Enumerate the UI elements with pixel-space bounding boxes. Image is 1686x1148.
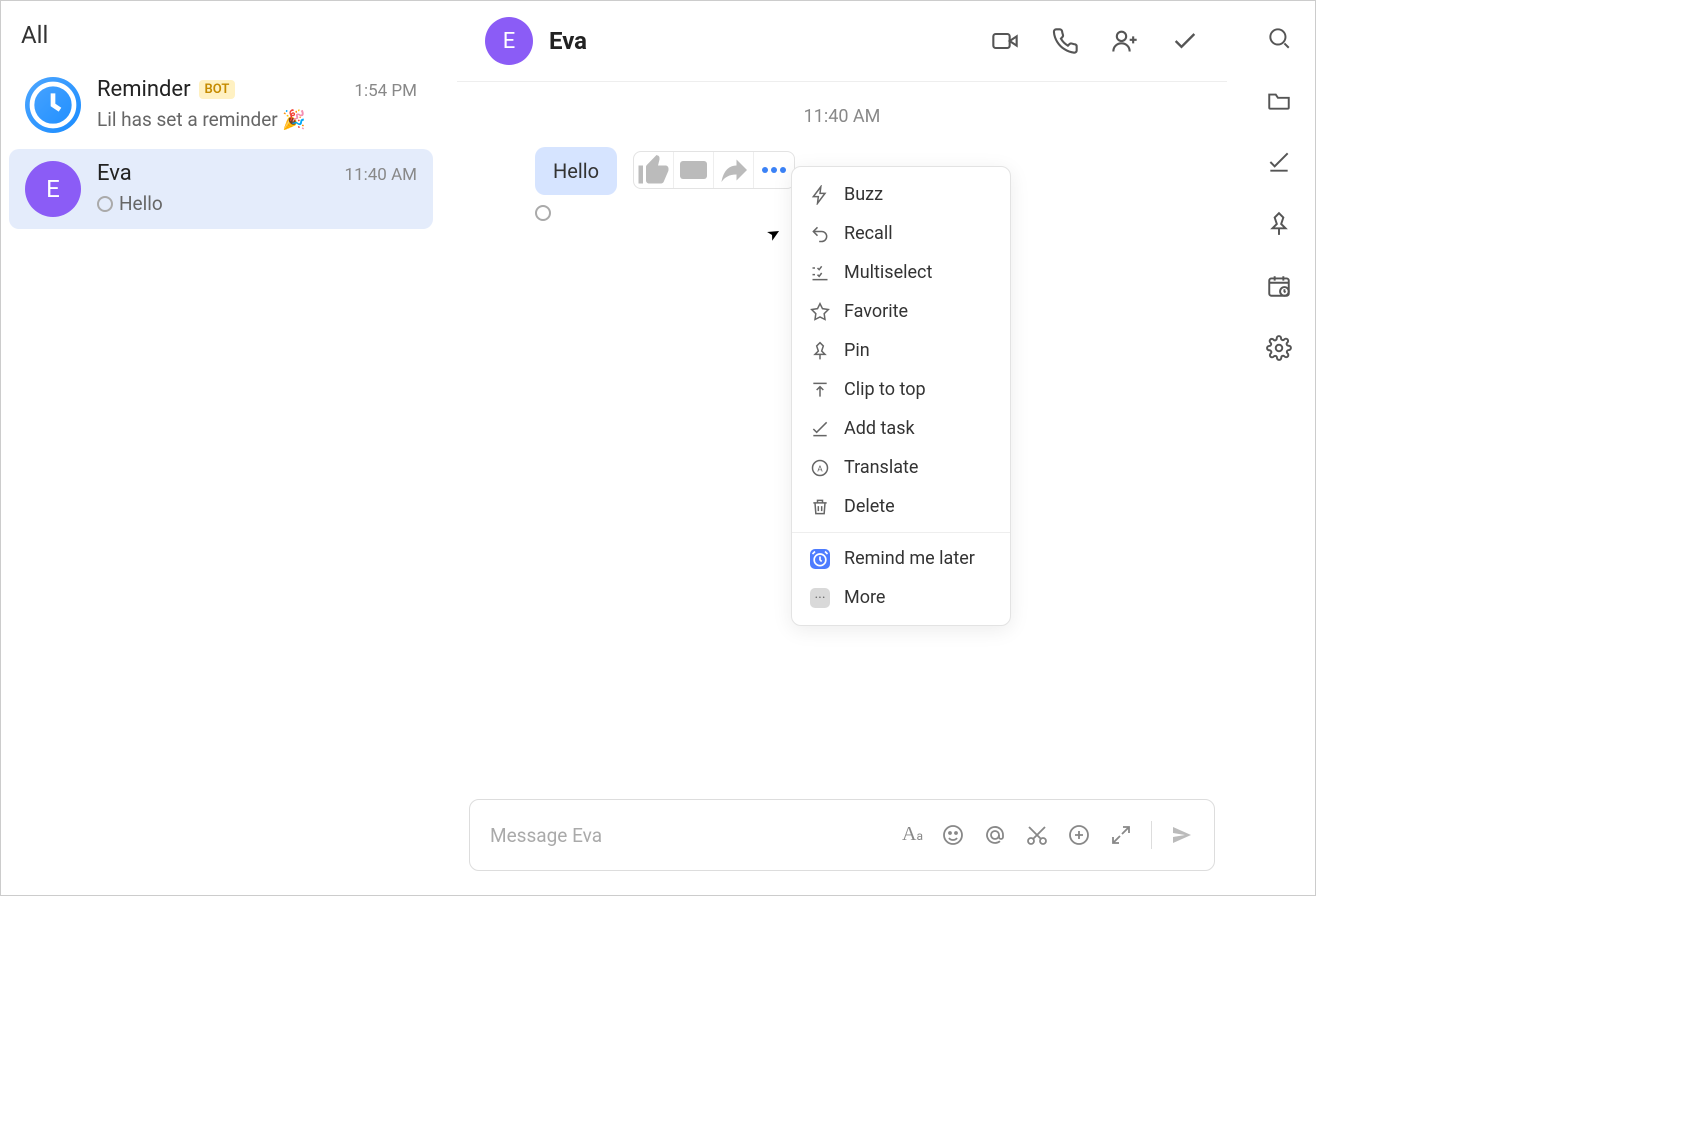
svg-text:A: A bbox=[817, 464, 823, 474]
pin-icon[interactable] bbox=[1266, 211, 1292, 237]
search-icon[interactable] bbox=[1266, 25, 1292, 51]
message-actions-bar bbox=[633, 151, 795, 189]
avatar[interactable]: E bbox=[485, 17, 533, 65]
menu-clip-to-top[interactable]: Clip to top bbox=[792, 370, 1010, 409]
arrow-top-icon bbox=[810, 380, 830, 400]
menu-pin[interactable]: Pin bbox=[792, 331, 1010, 370]
trash-icon bbox=[810, 497, 830, 517]
plus-circle-icon[interactable] bbox=[1067, 823, 1091, 847]
more-icon[interactable] bbox=[754, 152, 794, 188]
forward-icon[interactable] bbox=[714, 152, 754, 188]
chat-list-sidebar: All Reminder BOT 1:54 PM Lil has set a r… bbox=[1, 1, 441, 895]
settings-icon[interactable] bbox=[1266, 335, 1292, 361]
checklist-icon bbox=[810, 263, 830, 283]
chat-main: E Eva 11:40 AM L Hello ➤ Buzz bbox=[441, 1, 1243, 895]
chat-time: 11:40 AM bbox=[345, 165, 417, 185]
timestamp: 11:40 AM bbox=[469, 106, 1215, 127]
emoji-icon[interactable] bbox=[941, 823, 965, 847]
video-call-icon[interactable] bbox=[991, 27, 1019, 55]
avatar[interactable]: L bbox=[469, 147, 519, 197]
add-user-icon[interactable] bbox=[1111, 27, 1139, 55]
read-indicator-icon bbox=[535, 205, 551, 221]
chat-name: Reminder bbox=[97, 77, 191, 102]
cursor-icon: ➤ bbox=[763, 222, 784, 245]
task-icon[interactable] bbox=[1266, 149, 1292, 175]
menu-add-task[interactable]: Add task bbox=[792, 409, 1010, 448]
chat-name: Eva bbox=[97, 161, 132, 186]
clock-icon bbox=[25, 77, 81, 133]
message-bubble[interactable]: Hello bbox=[535, 147, 617, 195]
right-rail bbox=[1243, 1, 1315, 895]
pin-icon bbox=[810, 341, 830, 361]
bolt-icon bbox=[810, 185, 830, 205]
bot-badge: BOT bbox=[199, 80, 236, 99]
messages-area: 11:40 AM L Hello ➤ Buzz Recall bbox=[441, 82, 1243, 799]
message-composer: Aa bbox=[469, 799, 1215, 871]
reminder-badge-icon bbox=[810, 549, 830, 569]
chat-preview: Hello bbox=[119, 192, 163, 215]
chat-time: 1:54 PM bbox=[354, 81, 417, 101]
translate-icon: A bbox=[810, 458, 830, 478]
menu-favorite[interactable]: Favorite bbox=[792, 292, 1010, 331]
more-badge-icon: ··· bbox=[810, 588, 830, 608]
voice-call-icon[interactable] bbox=[1051, 27, 1079, 55]
chat-header-name[interactable]: Eva bbox=[549, 27, 587, 55]
font-icon[interactable]: Aa bbox=[902, 823, 923, 847]
comment-icon[interactable] bbox=[674, 152, 714, 188]
scissors-icon[interactable] bbox=[1025, 823, 1049, 847]
chat-list-item[interactable]: E Eva 11:40 AM Hello bbox=[9, 149, 433, 229]
menu-multiselect[interactable]: Multiselect bbox=[792, 253, 1010, 292]
menu-more[interactable]: ··· More bbox=[792, 578, 1010, 617]
message-input[interactable] bbox=[490, 824, 884, 847]
menu-translate[interactable]: A Translate bbox=[792, 448, 1010, 487]
checkmark-icon[interactable] bbox=[1171, 27, 1199, 55]
menu-buzz[interactable]: Buzz bbox=[792, 175, 1010, 214]
menu-remind-later[interactable]: Remind me later bbox=[792, 539, 1010, 578]
chat-preview: Lil has set a reminder 🎉 bbox=[97, 108, 417, 131]
star-icon bbox=[810, 302, 830, 322]
undo-icon bbox=[810, 224, 830, 244]
folder-icon[interactable] bbox=[1266, 87, 1292, 113]
filter-all[interactable]: All bbox=[1, 9, 441, 61]
avatar: E bbox=[25, 161, 81, 217]
mention-icon[interactable] bbox=[983, 823, 1007, 847]
message-context-menu: Buzz Recall Multiselect Favorite Pin Cli… bbox=[791, 166, 1011, 626]
menu-delete[interactable]: Delete bbox=[792, 487, 1010, 526]
menu-recall[interactable]: Recall bbox=[792, 214, 1010, 253]
task-icon bbox=[810, 419, 830, 439]
expand-icon[interactable] bbox=[1109, 823, 1133, 847]
read-indicator-icon bbox=[97, 196, 113, 212]
send-icon[interactable] bbox=[1170, 823, 1194, 847]
chat-header: E Eva bbox=[457, 1, 1227, 82]
calendar-icon[interactable] bbox=[1266, 273, 1292, 299]
thumbs-up-icon[interactable] bbox=[634, 152, 674, 188]
chat-list-item[interactable]: Reminder BOT 1:54 PM Lil has set a remin… bbox=[9, 65, 433, 145]
